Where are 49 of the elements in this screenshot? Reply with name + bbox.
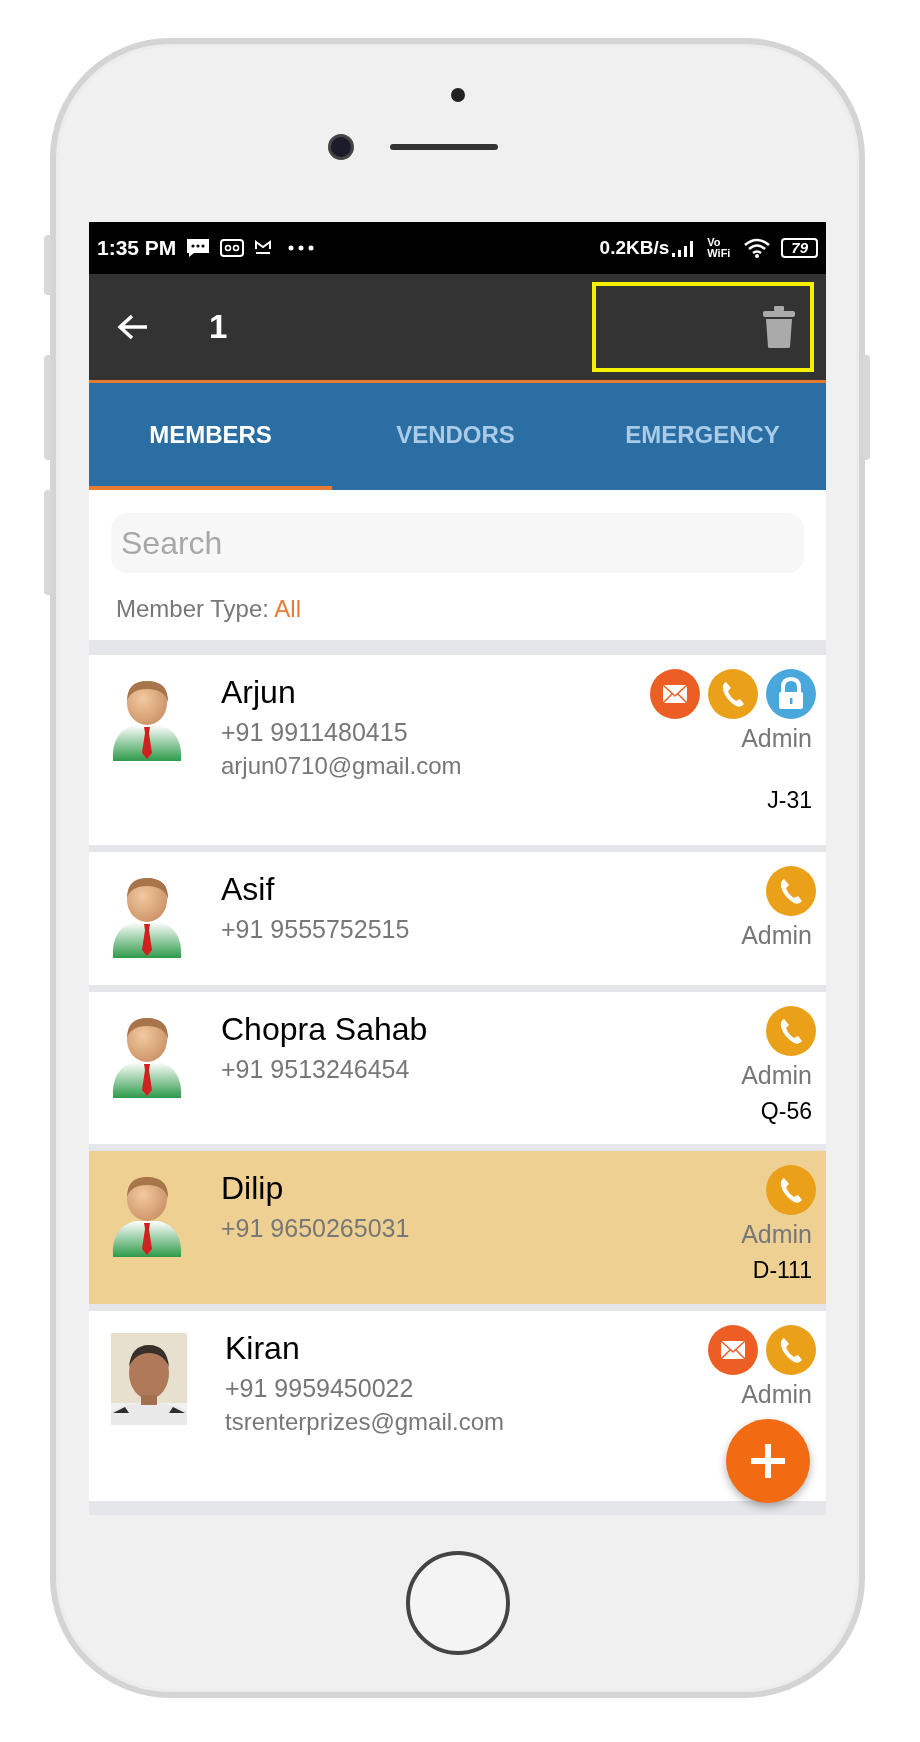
member-phone: +91 9513246454 [221,1054,411,1085]
member-name: Kiran [225,1329,301,1367]
app-logo-icon [254,239,273,257]
member-email: tsrenterprizes@gmail.com [225,1407,506,1437]
member-role: Admin [741,1379,812,1410]
selection-count: 1 [209,307,228,348]
status-time: 1:35 PM [97,235,177,262]
network-speed: 0.2KB/s [599,235,670,260]
phone-icon[interactable] [708,669,758,719]
member-phone: +91 9911480415 [221,717,409,748]
member-name: Chopra Sahab [221,1010,429,1048]
voicemail-icon [220,239,245,257]
member-name: Asif [221,870,276,908]
member-type-filter[interactable]: Member Type: All [116,591,804,627]
member-row[interactable]: Chopra Sahab +91 9513246454 Admin Q-56 [89,992,826,1144]
member-phone: +91 9650265031 [221,1213,411,1244]
member-role: Admin [741,920,812,951]
trash-icon[interactable] [762,305,796,349]
phone-icon[interactable] [766,1165,816,1215]
member-name: Arjun [221,673,297,711]
more-icon [288,245,315,251]
search-field[interactable]: Search [111,513,804,573]
unit-number: D-111 [752,1256,812,1285]
member-row[interactable]: Kiran +91 9959450022 tsrenterprizes@gmail.com Admin [89,1311,826,1501]
member-email: arjun0710@gmail.com [221,751,463,781]
phone-icon[interactable] [766,1325,816,1375]
member-row[interactable]: Arjun +91 9911480415 arjun0710@gmail.com Admin J-31 [89,655,826,845]
battery-indicator: 79 [781,238,818,258]
member-role: Admin [741,1060,812,1091]
member-name: Dilip [221,1169,285,1207]
member-role: Admin [741,723,812,754]
vowifi-label: Vo WiFi [707,237,732,259]
email-icon[interactable] [650,669,700,719]
member-row[interactable]: Asif +91 9555752515 Admin [89,852,826,985]
phone-icon[interactable] [766,1006,816,1056]
email-icon[interactable] [708,1325,758,1375]
wifi-icon [743,237,772,259]
member-phone: +91 9959450022 [225,1373,415,1404]
back-arrow-icon[interactable] [117,313,149,341]
member-phone: +91 9555752515 [221,914,411,945]
member-row[interactable]: Dilip +91 9650265031 Admin D-111 [89,1151,826,1304]
message-icon [186,238,211,258]
unit-number: J-31 [767,786,812,815]
unit-number: Q-56 [760,1097,812,1126]
phone-icon[interactable] [766,866,816,916]
member-role: Admin [741,1219,812,1250]
plus-icon [749,1442,787,1480]
front-camera [327,134,354,160]
lock-icon[interactable] [766,669,816,719]
